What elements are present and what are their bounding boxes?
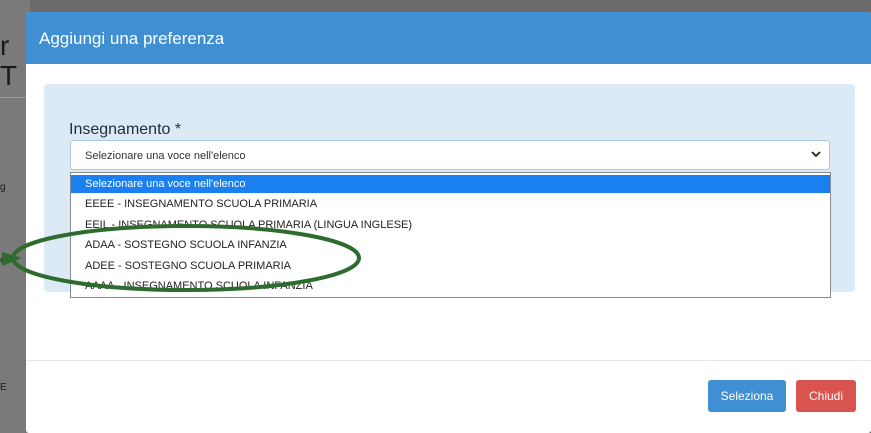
close-button[interactable]: Chiudi xyxy=(796,380,856,412)
background-text: E xyxy=(0,382,7,393)
background-text: g xyxy=(0,182,6,193)
modal-title: Aggiungi una preferenza xyxy=(39,29,225,48)
dropdown-option[interactable]: EEEE - INSEGNAMENTO SCUOLA PRIMARIA xyxy=(71,195,830,213)
background-text: r xyxy=(0,30,10,61)
footer-divider xyxy=(26,360,871,361)
background-divider xyxy=(0,97,26,98)
background-text: e xyxy=(0,255,6,266)
select-current-value: Selezionare una voce nell'elenco xyxy=(85,150,246,162)
teaching-field-label: Insegnamento * xyxy=(69,121,182,138)
dropdown-option[interactable]: Selezionare una voce nell'elenco xyxy=(71,175,830,193)
dropdown-option[interactable]: ADEE - SOSTEGNO SCUOLA PRIMARIA xyxy=(71,257,830,275)
teaching-dropdown-list: Selezionare una voce nell'elenco EEEE - … xyxy=(70,172,831,298)
select-button[interactable]: Seleziona xyxy=(708,380,786,412)
dropdown-option[interactable]: EEIL - INSEGNAMENTO SCUOLA PRIMARIA (LIN… xyxy=(71,216,830,234)
dropdown-option[interactable]: ADAA - SOSTEGNO SCUOLA INFANZIA xyxy=(71,236,830,254)
background-text: T xyxy=(0,60,18,91)
teaching-select[interactable]: Selezionare una voce nell'elenco xyxy=(70,140,830,170)
chevron-down-icon xyxy=(811,151,821,158)
dropdown-option[interactable]: AAAA - INSEGNAMENTO SCUOLA INFANZIA xyxy=(71,277,830,295)
modal-header: Aggiungi una preferenza xyxy=(26,12,871,64)
